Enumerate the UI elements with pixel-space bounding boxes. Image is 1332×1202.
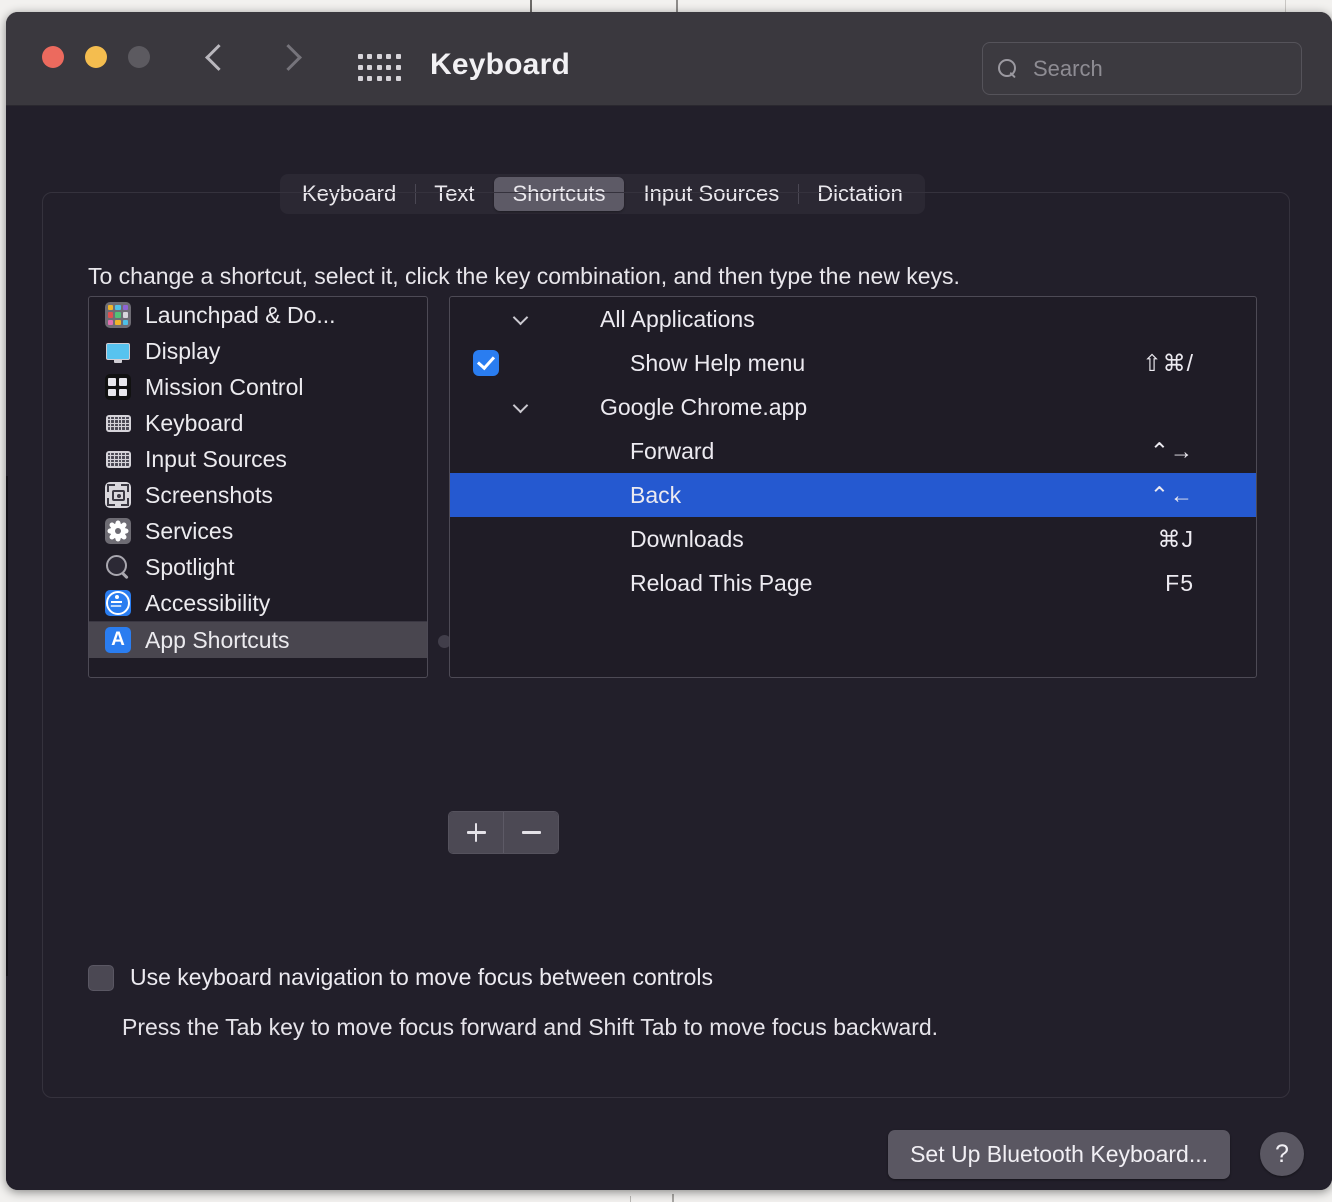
- shortcut-group-google-chrome[interactable]: Google Chrome.app: [450, 385, 1256, 429]
- navigation-arrows: [202, 42, 304, 72]
- sidebar-item-label: Accessibility: [145, 589, 271, 616]
- window-left-edge: [6, 476, 8, 976]
- shortcut-key[interactable]: ⌃←: [1150, 482, 1194, 509]
- keyboard-icon: [105, 410, 131, 436]
- shortcut-group-label: Google Chrome.app: [600, 393, 808, 420]
- sidebar-item-label: Spotlight: [145, 553, 235, 580]
- shortcut-row-forward[interactable]: Forward ⌃→: [450, 429, 1256, 473]
- instruction-text: To change a shortcut, select it, click t…: [88, 263, 960, 289]
- display-icon: [105, 338, 131, 364]
- shortcut-row-reload-this-page[interactable]: Reload This Page F5: [450, 561, 1256, 605]
- keyboard-navigation-description: Press the Tab key to move focus forward …: [122, 1014, 939, 1040]
- shortcut-label: Show Help menu: [630, 349, 806, 376]
- chevron-right-icon[interactable]: [274, 42, 304, 72]
- window-body: Keyboard Text Shortcuts Input Sources Di…: [6, 106, 1332, 1190]
- background-window-edge: [630, 1196, 631, 1202]
- sidebar-item-label: Mission Control: [145, 373, 304, 400]
- shortcut-label: Back: [630, 481, 682, 508]
- page-title: Keyboard: [430, 48, 570, 81]
- add-shortcut-button[interactable]: [449, 812, 503, 853]
- sidebar-item-app-shortcuts[interactable]: A App Shortcuts: [89, 622, 427, 658]
- shortcut-label: Forward: [630, 437, 715, 464]
- shortcut-key[interactable]: ⌃→: [1150, 438, 1194, 465]
- sidebar-item-label: Keyboard: [145, 409, 244, 436]
- search-input[interactable]: [1031, 54, 1287, 83]
- chevron-left-icon[interactable]: [202, 42, 232, 72]
- spotlight-magnifier-icon: [105, 554, 131, 580]
- chevron-down-icon[interactable]: [512, 397, 532, 417]
- add-remove-shortcut-controls: [448, 811, 559, 854]
- shortcut-label: Downloads: [630, 525, 744, 552]
- footer-bar: Set Up Bluetooth Keyboard... ?: [6, 1116, 1332, 1190]
- shortcut-list[interactable]: All Applications Show Help menu ⇧⌘/ Goog…: [449, 296, 1257, 678]
- app-shortcuts-icon: A: [105, 627, 131, 653]
- keyboard-navigation-option[interactable]: Use keyboard navigation to move focus be…: [88, 964, 713, 991]
- sidebar-item-label: Screenshots: [145, 481, 273, 508]
- shortcut-key[interactable]: F5: [1165, 570, 1194, 597]
- shortcut-label: Reload This Page: [630, 569, 813, 596]
- window-titlebar: Keyboard: [6, 12, 1332, 106]
- close-button[interactable]: [42, 46, 64, 68]
- shortcut-category-list[interactable]: Launchpad & Do... Display Mission Contro…: [88, 296, 428, 678]
- setup-bluetooth-keyboard-button[interactable]: Set Up Bluetooth Keyboard...: [888, 1130, 1230, 1179]
- sidebar-item-display[interactable]: Display: [89, 333, 427, 369]
- services-gear-icon: [105, 518, 131, 544]
- launchpad-icon: [105, 302, 131, 328]
- shortcut-key[interactable]: ⇧⌘/: [1142, 350, 1194, 377]
- sidebar-item-keyboard[interactable]: Keyboard: [89, 405, 427, 441]
- sidebar-item-label: Launchpad & Do...: [145, 301, 336, 328]
- mission-control-icon: [105, 374, 131, 400]
- shortcut-checkbox[interactable]: [473, 350, 499, 376]
- shortcut-row-show-help-menu[interactable]: Show Help menu ⇧⌘/: [450, 341, 1256, 385]
- input-sources-icon: [105, 446, 131, 472]
- sidebar-item-label: Display: [145, 337, 221, 364]
- sidebar-item-label: App Shortcuts: [145, 626, 290, 653]
- chevron-down-icon[interactable]: [512, 309, 532, 329]
- keyboard-navigation-checkbox[interactable]: [88, 964, 114, 991]
- accessibility-icon: [105, 590, 131, 616]
- sidebar-item-launchpad[interactable]: Launchpad & Do...: [89, 297, 427, 333]
- sidebar-item-mission-control[interactable]: Mission Control: [89, 369, 427, 405]
- shortcut-row-back[interactable]: Back ⌃←: [450, 473, 1256, 517]
- search-icon: [997, 58, 1019, 80]
- minimize-button[interactable]: [85, 46, 107, 68]
- sidebar-item-screenshots[interactable]: Screenshots: [89, 477, 427, 513]
- sidebar-item-label: Services: [145, 517, 234, 544]
- zoom-button[interactable]: [128, 46, 150, 68]
- background-window-edge: [672, 1194, 674, 1202]
- shortcut-key[interactable]: ⌘J: [1158, 526, 1195, 553]
- shortcut-group-all-applications[interactable]: All Applications: [450, 297, 1256, 341]
- search-field[interactable]: [982, 42, 1302, 95]
- sidebar-item-spotlight[interactable]: Spotlight: [89, 549, 427, 585]
- screenshots-icon: [105, 482, 131, 508]
- keyboard-navigation-label: Use keyboard navigation to move focus be…: [130, 964, 713, 990]
- sidebar-item-label: Input Sources: [145, 445, 287, 472]
- shortcut-row-downloads[interactable]: Downloads ⌘J: [450, 517, 1256, 561]
- sidebar-item-services[interactable]: Services: [89, 513, 427, 549]
- shortcut-group-label: All Applications: [600, 305, 755, 332]
- sidebar-item-input-sources[interactable]: Input Sources: [89, 441, 427, 477]
- grid-view-icon[interactable]: [358, 54, 402, 84]
- help-button[interactable]: ?: [1260, 1132, 1304, 1176]
- keyboard-preferences-window: Keyboard Keyboard Text Shortcuts Input S…: [6, 12, 1332, 1190]
- sidebar-item-accessibility[interactable]: Accessibility: [89, 585, 427, 621]
- remove-shortcut-button[interactable]: [503, 812, 558, 853]
- traffic-lights: [42, 46, 150, 68]
